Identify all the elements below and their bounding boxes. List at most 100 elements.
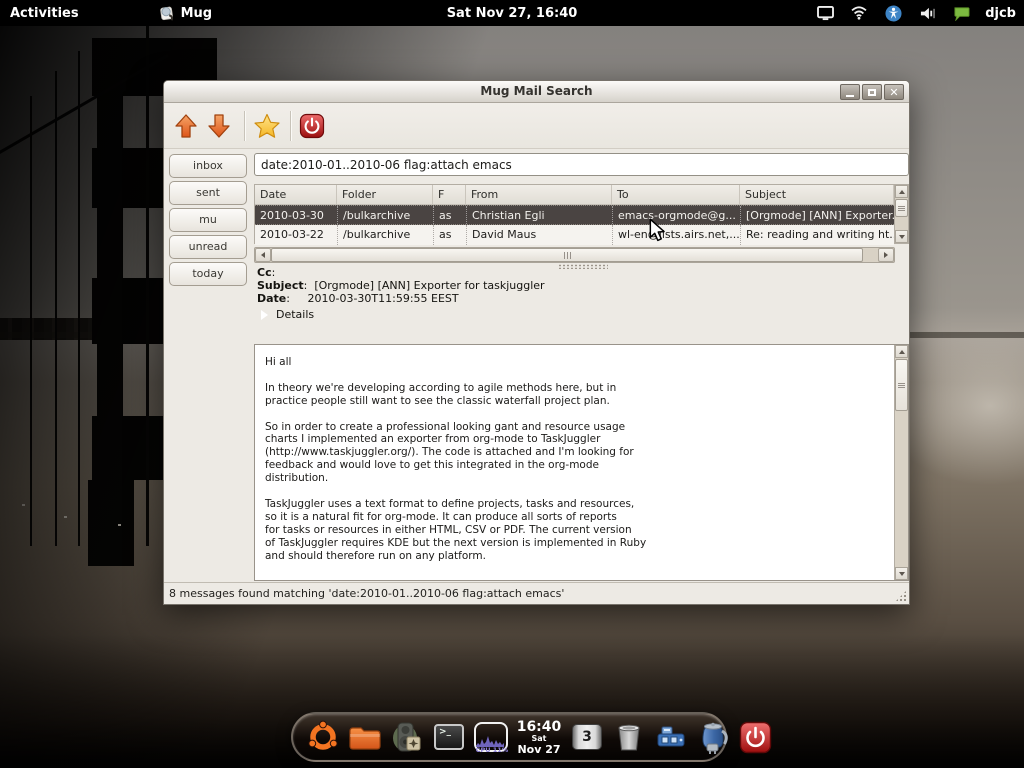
chat-icon[interactable] — [951, 4, 971, 22]
dock-clock[interactable]: 16:40 Sat Nov 27 — [515, 720, 563, 755]
desktop: Activities Mug Sat Nov 27, 16:40 — [0, 0, 1024, 768]
table-vertical-scrollbar[interactable] — [894, 185, 908, 243]
details-expander[interactable]: Details — [261, 308, 897, 321]
subject-label: Subject — [257, 279, 304, 292]
dock-clock-day: Sat — [515, 735, 563, 743]
search-input[interactable] — [254, 153, 909, 176]
scrollbar-thumb[interactable] — [271, 248, 863, 262]
maximize-icon — [868, 89, 876, 96]
calendar-icon[interactable]: 3 — [569, 717, 605, 757]
message-list: Date Folder F From To Subject 2010-03-30… — [254, 184, 909, 244]
message-vertical-scrollbar[interactable] — [894, 345, 908, 580]
status-text: 8 messages found matching 'date:2010-01.… — [169, 587, 564, 600]
scroll-down-button[interactable] — [895, 230, 908, 243]
cell-folder: /bulkarchive — [337, 206, 433, 224]
toolbar — [164, 103, 909, 149]
terminal-prompt: >_ — [434, 724, 464, 750]
mouse-cursor — [648, 218, 666, 242]
date-label: Date — [257, 292, 286, 305]
display-icon[interactable] — [815, 4, 835, 22]
table-row[interactable]: 2010-03-22 /bulkarchive as David Maus wl… — [255, 225, 894, 245]
mug-app-icon — [157, 4, 177, 22]
table-horizontal-scrollbar[interactable] — [254, 247, 895, 263]
window-resize-grip[interactable] — [895, 590, 907, 602]
media-icon[interactable] — [389, 717, 425, 757]
up-arrow-icon — [176, 115, 196, 137]
terminal-icon[interactable]: >_ — [431, 717, 467, 757]
workspace-device-icon[interactable] — [653, 717, 689, 757]
cell-date: 2010-03-30 — [255, 206, 337, 224]
window-title: Mug Mail Search — [164, 84, 909, 98]
cell-flags: as — [433, 225, 466, 245]
column-header-flags[interactable]: F — [433, 185, 466, 204]
dock: >_ CPU 11% 16:40 Sat Nov 27 3 — [291, 712, 727, 762]
message-list-header[interactable]: Date Folder F From To Subject — [255, 185, 894, 205]
cc-line: Cc: — [257, 266, 897, 279]
cpu-monitor-icon[interactable]: CPU 11% — [473, 717, 509, 757]
message-body: Hi all In theory we're developing accord… — [265, 356, 865, 563]
scroll-left-button[interactable] — [255, 248, 271, 262]
cell-folder: /bulkarchive — [337, 225, 433, 245]
column-header-folder[interactable]: Folder — [337, 185, 433, 204]
cell-date: 2010-03-22 — [255, 225, 337, 245]
minimize-button[interactable] — [840, 84, 860, 100]
username-menu[interactable]: djcb — [985, 6, 1016, 21]
clock-menu[interactable]: Sat Nov 27, 16:40 — [447, 6, 578, 21]
subject-line: Subject: [Orgmode] [ANN] Exporter for ta… — [257, 279, 897, 292]
cell-flags: as — [433, 206, 466, 224]
sidebar-item-unread[interactable]: unread — [169, 235, 247, 259]
activities-button[interactable]: Activities — [10, 6, 79, 21]
volume-icon[interactable] — [917, 4, 937, 22]
toolbar-separator — [244, 111, 245, 141]
column-header-subject[interactable]: Subject — [740, 185, 894, 204]
kettle-icon[interactable] — [695, 717, 731, 757]
previous-button[interactable] — [172, 112, 200, 140]
maximize-button[interactable] — [862, 84, 882, 100]
star-icon — [255, 115, 279, 138]
cell-to: emacs-orgmode@g... — [612, 206, 740, 224]
column-header-to[interactable]: To — [612, 185, 740, 204]
down-arrow-icon — [209, 115, 229, 137]
details-label: Details — [276, 308, 314, 321]
top-panel: Activities Mug Sat Nov 27, 16:40 — [0, 0, 1024, 26]
message-headers: Cc: Subject: [Orgmode] [ANN] Exporter fo… — [257, 266, 897, 321]
accessibility-icon[interactable] — [883, 4, 903, 22]
sidebar-item-sent[interactable]: sent — [169, 181, 247, 205]
scrollbar-thumb[interactable] — [895, 199, 908, 217]
scroll-right-button[interactable] — [878, 248, 894, 262]
minimize-icon — [846, 95, 854, 97]
close-button[interactable]: ✕ — [884, 84, 904, 100]
close-icon: ✕ — [889, 87, 898, 98]
cell-from: David Maus — [466, 225, 612, 245]
column-header-from[interactable]: From — [466, 185, 612, 204]
dock-clock-time: 16:40 — [515, 720, 563, 734]
scroll-up-button[interactable] — [895, 345, 908, 358]
cell-from: Christian Egli — [466, 206, 612, 224]
scroll-down-button[interactable] — [895, 567, 908, 580]
message-view[interactable]: Hi all In theory we're developing accord… — [254, 344, 909, 581]
cell-subject: [Orgmode] [ANN] Exporter.. — [740, 206, 894, 224]
sidebar-item-today[interactable]: today — [169, 262, 247, 286]
scroll-up-button[interactable] — [895, 185, 908, 198]
quit-button[interactable] — [298, 112, 326, 140]
cc-label: Cc — [257, 266, 272, 279]
sidebar-item-mu[interactable]: mu — [169, 208, 247, 232]
subject-value: [Orgmode] [ANN] Exporter for taskjuggler — [314, 279, 544, 292]
table-row[interactable]: 2010-03-30 /bulkarchive as Christian Egl… — [255, 205, 894, 225]
star-button[interactable] — [253, 112, 281, 140]
wifi-icon[interactable] — [849, 4, 869, 22]
power-icon[interactable] — [737, 717, 773, 757]
ubuntu-icon[interactable] — [305, 717, 341, 757]
app-menu[interactable]: Mug — [157, 4, 213, 22]
toolbar-separator — [290, 111, 291, 141]
column-header-date[interactable]: Date — [255, 185, 337, 204]
next-button[interactable] — [205, 112, 233, 140]
scrollbar-thumb[interactable] — [895, 359, 908, 411]
statusbar: 8 messages found matching 'date:2010-01.… — [164, 582, 909, 604]
dock-clock-date: Nov 27 — [515, 744, 563, 755]
cpu-label: CPU 11% — [473, 746, 511, 754]
sidebar-item-inbox[interactable]: inbox — [169, 154, 247, 178]
titlebar[interactable]: Mug Mail Search ✕ — [164, 81, 909, 103]
trash-icon[interactable] — [611, 717, 647, 757]
folder-icon[interactable] — [347, 717, 383, 757]
